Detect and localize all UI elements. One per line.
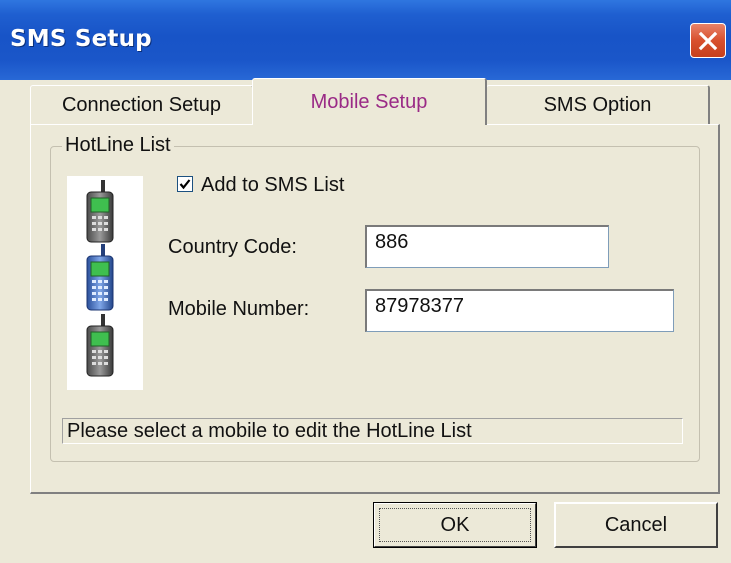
status-message: Please select a mobile to edit the HotLi… <box>62 418 683 444</box>
add-to-sms-list-label[interactable]: Add to SMS List <box>201 174 344 197</box>
title-bar: SMS Setup <box>0 0 731 80</box>
tab-mobile-setup[interactable]: Mobile Setup <box>252 78 487 125</box>
hotline-phone-list[interactable] <box>67 176 143 390</box>
window-title: SMS Setup <box>10 26 152 52</box>
add-to-sms-list-checkbox[interactable] <box>177 176 193 192</box>
close-button[interactable] <box>690 23 726 58</box>
tab-sms-option[interactable]: SMS Option <box>486 85 710 125</box>
cancel-button[interactable]: Cancel <box>554 502 718 548</box>
checkmark-icon <box>179 179 191 190</box>
mobile-phone-icon[interactable] <box>86 244 114 311</box>
close-icon <box>698 31 718 50</box>
country-code-input[interactable]: 886 <box>365 225 609 268</box>
hotline-list-label: HotLine List <box>62 134 174 157</box>
ok-button[interactable]: OK <box>373 502 537 548</box>
tab-connection-setup[interactable]: Connection Setup <box>30 85 254 125</box>
country-code-label: Country Code: <box>168 236 297 258</box>
mobile-phone-icon[interactable] <box>86 180 114 243</box>
mobile-number-label: Mobile Number: <box>168 298 310 320</box>
mobile-phone-icon[interactable] <box>86 314 114 377</box>
mobile-number-input[interactable]: 87978377 <box>365 289 674 332</box>
sms-setup-dialog: SMS Setup Connection Setup Mobile Setup … <box>0 0 731 563</box>
